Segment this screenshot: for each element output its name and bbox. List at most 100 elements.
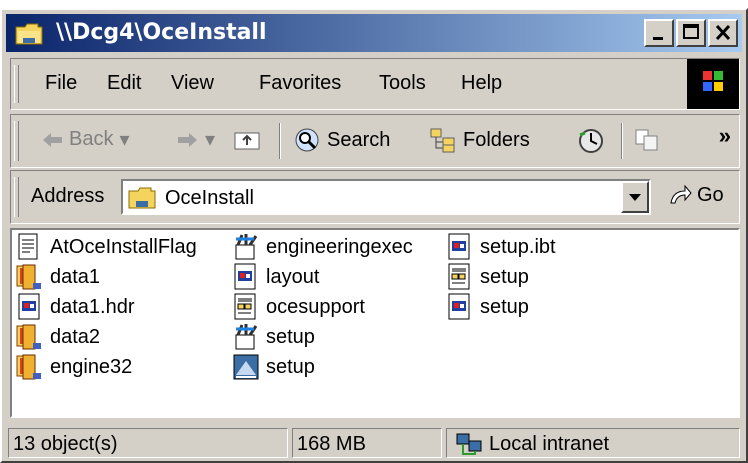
menu-grip[interactable] (14, 65, 19, 103)
address-dropdown-button[interactable] (621, 181, 649, 213)
back-arrow-icon (43, 132, 62, 147)
toolbar-separator (621, 123, 623, 159)
file-item[interactable]: setup (232, 322, 315, 352)
toolbar-separator (279, 123, 281, 159)
installer-icon (232, 323, 260, 351)
toolbar: Back ▾ ▾ Search Folders » (10, 114, 740, 168)
search-button[interactable]: Search (293, 127, 390, 153)
close-icon (715, 24, 731, 41)
maximize-icon (683, 24, 699, 39)
status-size: 168 MB (292, 428, 442, 458)
chevron-down-icon: ▾ (119, 129, 130, 151)
chevron-down-icon: ▾ (205, 129, 216, 151)
address-grip[interactable] (14, 177, 19, 217)
address-value: OceInstall (165, 187, 254, 209)
history-button[interactable] (577, 127, 605, 155)
file-item[interactable]: AtOceInstallFlag (16, 232, 197, 262)
back-button[interactable]: Back ▾ (41, 127, 130, 152)
file-item[interactable]: engine32 (16, 352, 132, 382)
file-name: engine32 (50, 355, 133, 378)
file-name: AtOceInstallFlag (50, 235, 197, 258)
file-item[interactable]: setup.ibt (446, 232, 556, 262)
folder-icon (128, 187, 156, 209)
file-name: setup.ibt (480, 235, 556, 258)
explorer-window: \\Dcg4\OceInstall File Edit View Favorit… (0, 8, 748, 463)
move-to-icon (635, 129, 658, 151)
file-item[interactable]: data1 (16, 262, 100, 292)
status-zone: Local intranet (446, 428, 740, 458)
file-item[interactable]: setup (446, 292, 529, 322)
file-item[interactable]: setup (232, 352, 315, 382)
minimize-icon (653, 37, 663, 40)
menu-file[interactable]: File (45, 72, 77, 95)
file-item[interactable]: setup (446, 262, 529, 292)
chevron-down-icon (629, 194, 641, 201)
forward-button[interactable]: ▾ (177, 127, 215, 152)
file-name: engineeringexec (266, 235, 413, 258)
file-name: data2 (50, 325, 101, 348)
file-list-pane[interactable]: AtOceInstallFlag data1 data1.hdr data2 engin… (10, 228, 740, 418)
file-name: data1 (50, 265, 101, 288)
back-label: Back (69, 128, 114, 150)
file-name: layout (266, 265, 320, 288)
search-icon (295, 128, 319, 152)
file-name: setup (266, 325, 315, 348)
text-file-icon (16, 233, 44, 261)
menu-view[interactable]: View (171, 72, 214, 95)
file-item[interactable]: layout (232, 262, 319, 292)
cab-archive-icon (16, 263, 44, 291)
generic-file-icon (446, 293, 474, 321)
file-name: ocesupport (266, 295, 365, 318)
move-to-button[interactable] (633, 127, 661, 153)
search-label: Search (327, 128, 391, 151)
generic-file-icon (16, 293, 44, 321)
setup-exe-icon (232, 353, 260, 381)
address-input[interactable]: OceInstall (121, 179, 651, 215)
go-button[interactable]: Go (667, 183, 724, 207)
background-partial-text (0, 0, 748, 8)
installer-icon (232, 233, 260, 261)
up-folder-icon (234, 132, 260, 150)
go-label: Go (697, 183, 724, 206)
maximize-button[interactable] (676, 19, 706, 47)
status-bar: 13 object(s) 168 MB Local intranet (6, 426, 744, 460)
folders-tree-icon (430, 128, 455, 153)
folders-button[interactable]: Folders (429, 127, 530, 153)
file-name: setup (266, 355, 315, 378)
history-clock-icon (579, 129, 603, 153)
forward-arrow-icon (178, 132, 197, 147)
menu-tools[interactable]: Tools (379, 72, 426, 95)
menu-help[interactable]: Help (461, 72, 502, 95)
intranet-zone-icon (456, 433, 482, 455)
address-label: Address (31, 185, 105, 207)
status-object-count: 13 object(s) (8, 428, 288, 458)
cab-archive-icon (16, 353, 44, 381)
windows-logo-icon (687, 59, 739, 109)
file-name: data1.hdr (50, 295, 135, 318)
title-bar[interactable]: \\Dcg4\OceInstall (6, 14, 742, 52)
folders-label: Folders (463, 128, 530, 151)
minimize-button[interactable] (644, 19, 674, 47)
config-file-icon (446, 263, 474, 291)
config-file-icon (232, 293, 260, 321)
menu-bar: File Edit View Favorites Tools Help (10, 58, 740, 110)
address-bar: Address OceInstall Go (10, 170, 740, 224)
file-name: setup (480, 295, 529, 318)
window-title: \\Dcg4\OceInstall (56, 20, 267, 45)
file-item[interactable]: data2 (16, 322, 100, 352)
file-item[interactable]: ocesupport (232, 292, 365, 322)
menu-edit[interactable]: Edit (107, 72, 141, 95)
up-folder-button[interactable] (233, 127, 261, 151)
file-name: setup (480, 265, 529, 288)
folder-icon (15, 23, 43, 45)
generic-file-icon (446, 233, 474, 261)
go-arrow-icon (670, 184, 692, 204)
menu-favorites[interactable]: Favorites (259, 72, 341, 95)
toolbar-grip[interactable] (14, 121, 19, 161)
toolbar-overflow-chevron-icon[interactable]: » (719, 123, 731, 149)
close-button[interactable] (708, 19, 738, 47)
cab-archive-icon (16, 323, 44, 351)
file-item[interactable]: data1.hdr (16, 292, 135, 322)
file-item[interactable]: engineeringexec (232, 232, 413, 262)
generic-file-icon (232, 263, 260, 291)
